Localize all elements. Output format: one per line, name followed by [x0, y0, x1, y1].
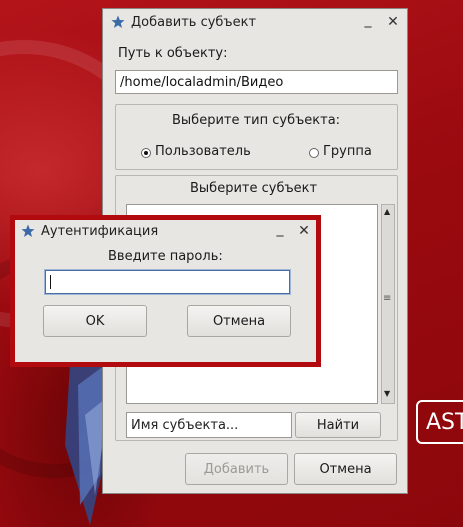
scroll-grip-icon[interactable]: ≡: [383, 293, 391, 304]
close-button[interactable]: ✕: [384, 13, 402, 31]
password-prompt: Введите пароль:: [108, 249, 223, 264]
auth-dialog: Аутентификация _ ✕ Введите пароль: OK От…: [10, 215, 321, 367]
radio-user[interactable]: [141, 148, 151, 158]
scroll-down-icon[interactable]: ▼: [384, 389, 390, 398]
password-cursor: [50, 275, 51, 289]
ok-button[interactable]: OK: [43, 305, 147, 337]
cancel-button[interactable]: Отмена: [294, 453, 397, 485]
window-title: Добавить субъект: [131, 14, 257, 30]
dialog-cancel-button[interactable]: Отмена: [187, 305, 291, 337]
path-field[interactable]: /home/localadmin/Видео: [115, 70, 398, 94]
radio-user-label[interactable]: Пользователь: [155, 144, 251, 159]
minimize-button[interactable]: _: [359, 11, 377, 29]
path-value: /home/localadmin/Видео: [120, 74, 284, 90]
dialog-title: Аутентификация: [41, 223, 159, 239]
search-placeholder: Имя субъекта...: [131, 417, 239, 433]
radio-group[interactable]: [309, 148, 319, 158]
radio-group-label[interactable]: Группа: [323, 144, 372, 159]
add-button[interactable]: Добавить: [185, 453, 288, 485]
subject-type-group: Выберите тип субъекта: Пользователь Груп…: [115, 104, 398, 170]
subject-list-scrollbar[interactable]: ▲ ≡ ▼: [381, 204, 395, 404]
window-star-icon: [111, 15, 125, 28]
scroll-up-icon[interactable]: ▲: [384, 207, 390, 216]
find-button[interactable]: Найти: [295, 412, 381, 438]
desktop-logo-text: AST: [426, 409, 463, 435]
desktop-logo: AST: [416, 400, 463, 444]
password-input[interactable]: [45, 270, 290, 294]
path-label: Путь к объекту:: [118, 46, 228, 61]
dialog-close-button[interactable]: ✕: [295, 222, 313, 240]
subject-search-input[interactable]: Имя субъекта...: [126, 412, 292, 438]
subject-type-title: Выберите тип субъекта:: [172, 113, 341, 128]
add-subject-titlebar[interactable]: Добавить субъект _ ✕: [103, 9, 407, 35]
auth-titlebar[interactable]: Аутентификация _ ✕: [15, 220, 316, 242]
dialog-minimize-button[interactable]: _: [271, 220, 289, 238]
subject-select-title: Выберите субъект: [190, 181, 318, 196]
dialog-star-icon: [21, 224, 35, 237]
auth-body: Введите пароль: OK Отмена: [15, 242, 316, 362]
